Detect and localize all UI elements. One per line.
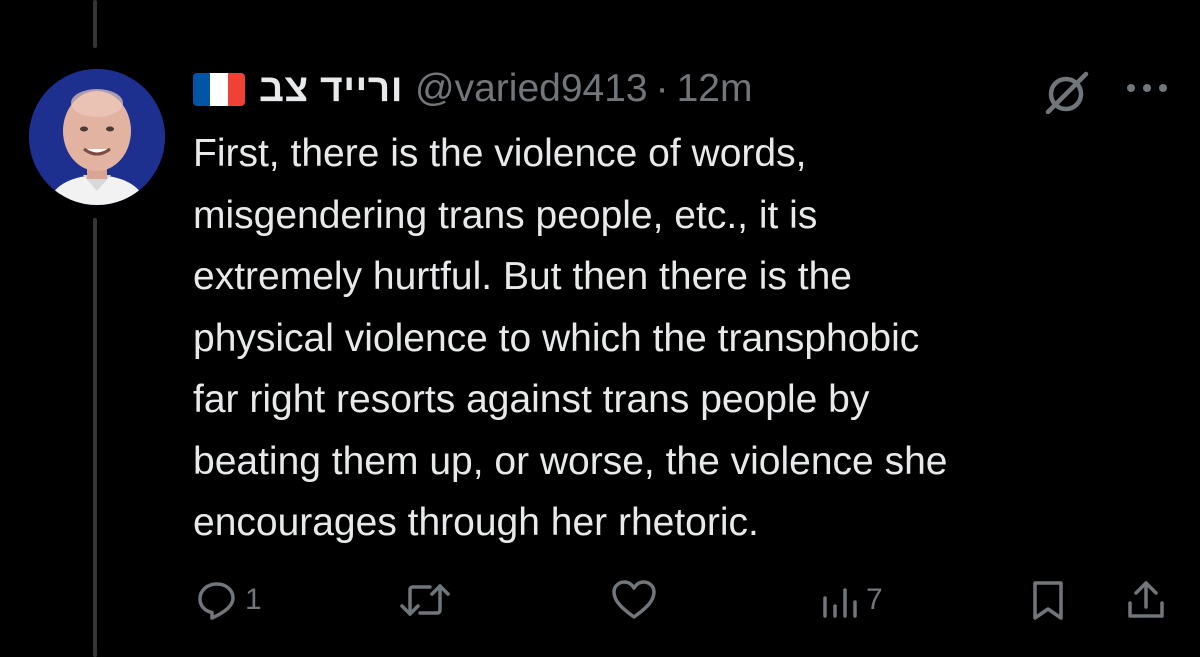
views-count: 7 (866, 583, 883, 616)
share-button[interactable] (1125, 570, 1167, 630)
tweet-text-line: extremely hurtful. But then there is the (193, 255, 853, 298)
bookmark-button[interactable] (1030, 570, 1066, 630)
heart-icon (612, 580, 656, 619)
tweet-text-line: encourages through her rhetoric. (193, 501, 759, 544)
tweet-timestamp[interactable]: 12m (677, 67, 753, 111)
france-flag-icon (193, 72, 245, 106)
retweet-button[interactable] (398, 570, 458, 630)
reply-count: 1 (245, 583, 262, 616)
bookmark-icon (1033, 581, 1063, 620)
tweet-text-line: physical violence to which the transphob… (193, 316, 920, 360)
thread-connector-top (93, 0, 97, 48)
reply-icon (198, 582, 235, 620)
author-display-name[interactable]: ורייד צב (259, 67, 403, 111)
tweet-action-bar: 1 7 (0, 570, 1200, 630)
flag-red-stripe (227, 72, 245, 106)
flag-blue-stripe (193, 72, 211, 106)
like-button[interactable] (610, 570, 664, 630)
views-button[interactable]: 7 (820, 570, 883, 630)
author-handle[interactable]: @varied9413 (415, 67, 648, 111)
grok-icon[interactable] (1040, 70, 1092, 114)
flag-white-stripe (210, 72, 228, 106)
header-separator: · (655, 67, 669, 110)
tweet-text-line: far right resorts against trans people b… (193, 378, 870, 421)
reply-button[interactable]: 1 (195, 570, 262, 630)
avatar-image (29, 69, 165, 205)
tweet-header: ורייד צב @varied9413 · 12m (193, 64, 752, 114)
tweet-text-line: beating them up, or worse, the violence … (193, 439, 948, 483)
share-icon (1128, 581, 1164, 618)
more-icon[interactable] (1125, 78, 1169, 98)
tweet-text: First, there is the violence of words, m… (193, 123, 1183, 554)
tweet-text-line: First, there is the violence of words, (193, 132, 807, 175)
tweet-text-line: misgendering trans people, etc., it is (193, 193, 818, 237)
retweet-icon (400, 584, 450, 616)
views-icon (823, 588, 857, 618)
avatar[interactable] (29, 69, 165, 205)
